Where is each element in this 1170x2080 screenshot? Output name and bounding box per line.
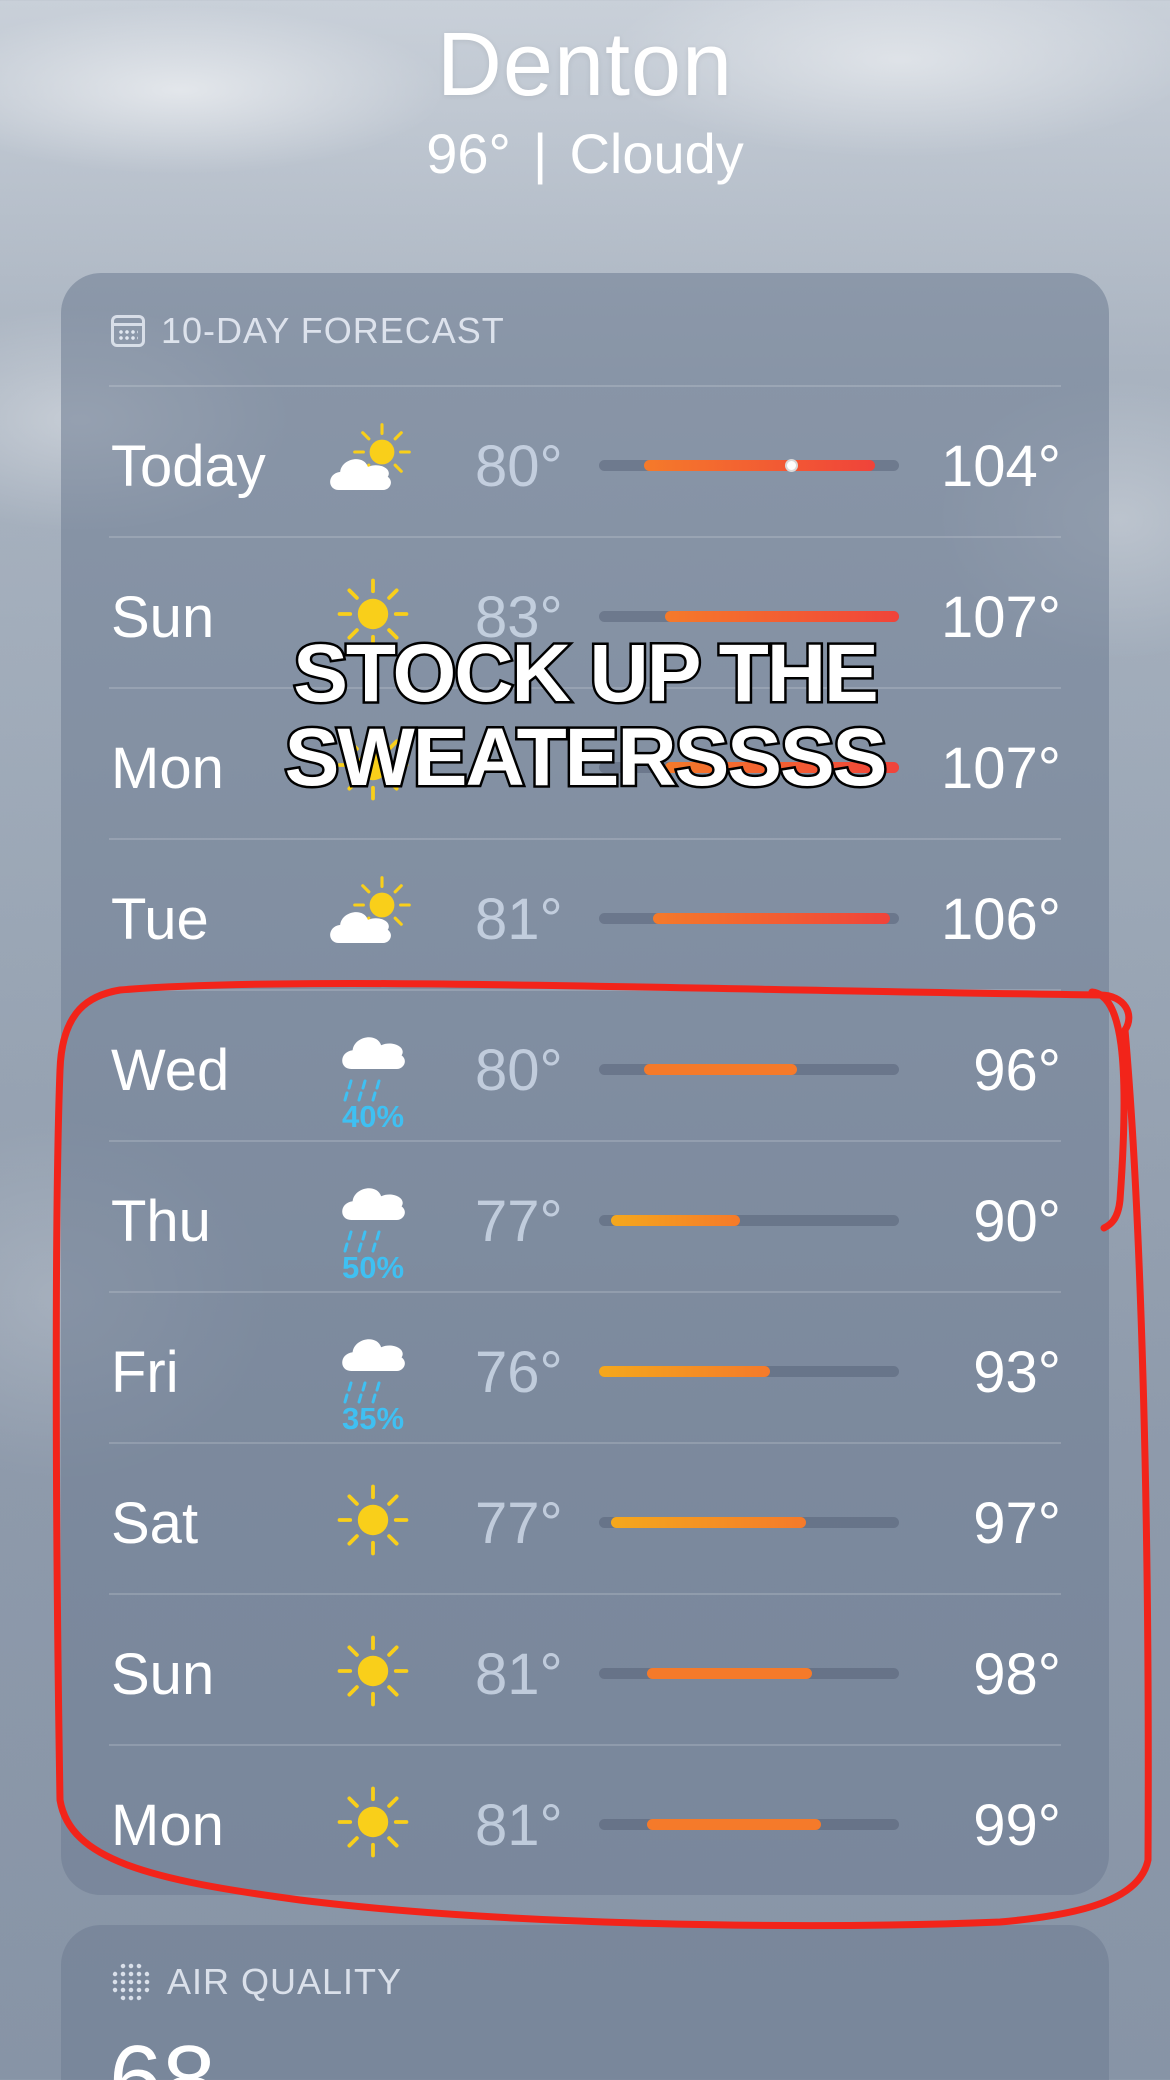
temp-range-fill [599, 1366, 770, 1377]
partly-cloudy-day-icon [325, 417, 421, 513]
temp-range-fill [647, 1668, 812, 1679]
low-temp: 76° [475, 1340, 563, 1405]
forecast-row[interactable]: Today 80° 104° [109, 385, 1061, 536]
forecast-day-label: Fri [111, 1340, 179, 1405]
temp-range-fill [611, 1215, 740, 1226]
forecast-day-label: Mon [111, 1793, 224, 1858]
temp-range-fill [665, 611, 899, 622]
overlay-caption: STOCK UP THE SWEATERSSSS [282, 628, 890, 803]
sun-icon [325, 1776, 421, 1872]
temp-range-bar [599, 1366, 899, 1377]
forecast-day-label: Sat [111, 1491, 199, 1556]
rain-cloud-icon: 50% [325, 1172, 421, 1285]
temp-range-bar [599, 1819, 899, 1830]
precip-chance: 35% [341, 1401, 405, 1436]
temp-range-bar [599, 1215, 899, 1226]
partly-cloudy-day-icon [325, 870, 421, 966]
low-temp: 77° [475, 1189, 563, 1254]
ten-day-forecast-card[interactable]: 10-DAY FORECAST Today 80° 104° Sun 83° 107° M… [61, 273, 1109, 1895]
forecast-row[interactable]: Wed 40% 80° 96° [109, 989, 1061, 1140]
high-temp: 99° [973, 1793, 1061, 1858]
low-temp: 81° [475, 887, 563, 952]
forecast-day-label: Sun [111, 1642, 215, 1707]
air-quality-value: 68 [109, 2026, 216, 2080]
forecast-header-label: 10-DAY FORECAST [161, 310, 505, 351]
low-temp: 81° [475, 1793, 563, 1858]
location-header: Denton 96° | Cloudy [0, 0, 1170, 186]
current-condition: Cloudy [569, 122, 744, 185]
temp-range-fill [644, 1064, 797, 1075]
temp-range-bar [599, 913, 899, 924]
sun-icon [325, 1474, 421, 1570]
low-temp: 77° [475, 1491, 563, 1556]
calendar-icon [111, 315, 145, 347]
temp-range-bar [599, 611, 899, 622]
forecast-list: Today 80° 104° Sun 83° 107° Mon 107° Tue 81° 106… [109, 385, 1061, 1895]
forecast-day-label: Thu [111, 1189, 211, 1254]
high-temp: 106° [941, 887, 1061, 952]
temp-range-bar [599, 1064, 899, 1075]
precip-chance: 40% [341, 1099, 405, 1134]
temp-range-bar [599, 459, 899, 472]
current-temp: 96° [426, 122, 511, 185]
air-quality-card[interactable]: AIR QUALITY 68 [61, 1925, 1109, 2080]
low-temp: 81° [475, 1642, 563, 1707]
high-temp: 90° [973, 1189, 1061, 1254]
sun-icon [325, 1625, 421, 1721]
forecast-day-label: Tue [111, 887, 209, 952]
precip-chance: 50% [341, 1250, 405, 1285]
summary-separator: | [532, 122, 548, 185]
forecast-card-header: 10-DAY FORECAST [111, 307, 505, 355]
high-temp: 98° [973, 1642, 1061, 1707]
forecast-row[interactable]: Mon 81° 99° [109, 1744, 1061, 1895]
high-temp: 96° [973, 1038, 1061, 1103]
temp-range-bar [599, 1517, 899, 1528]
current-summary: 96° | Cloudy [0, 121, 1170, 186]
forecast-row[interactable]: Sat 77° 97° [109, 1442, 1061, 1593]
current-temp-marker [785, 459, 798, 472]
high-temp: 93° [973, 1340, 1061, 1405]
air-quality-icon [111, 1962, 151, 2002]
forecast-day-label: Wed [111, 1038, 230, 1103]
high-temp: 97° [973, 1491, 1061, 1556]
temp-range-fill [647, 1819, 821, 1830]
temp-range-bar [599, 1668, 899, 1679]
forecast-row[interactable]: Fri 35% 76° 93° [109, 1291, 1061, 1442]
temp-range-fill [653, 913, 890, 924]
rain-cloud-icon: 35% [325, 1323, 421, 1436]
air-quality-label: AIR QUALITY [167, 1961, 403, 2002]
low-temp: 80° [475, 434, 563, 499]
high-temp: 104° [941, 434, 1061, 499]
city-name: Denton [436, 15, 734, 115]
forecast-row[interactable]: Thu 50% 77° 90° [109, 1140, 1061, 1291]
temp-range-fill [611, 1517, 806, 1528]
forecast-day-label: Today [111, 434, 266, 499]
air-quality-header: AIR QUALITY [111, 1961, 402, 2003]
low-temp: 80° [475, 1038, 563, 1103]
forecast-row[interactable]: Sun 81° 98° [109, 1593, 1061, 1744]
forecast-row[interactable]: Tue 81° 106° [109, 838, 1061, 989]
temp-range-fill [644, 460, 875, 471]
rain-cloud-icon: 40% [325, 1021, 421, 1134]
